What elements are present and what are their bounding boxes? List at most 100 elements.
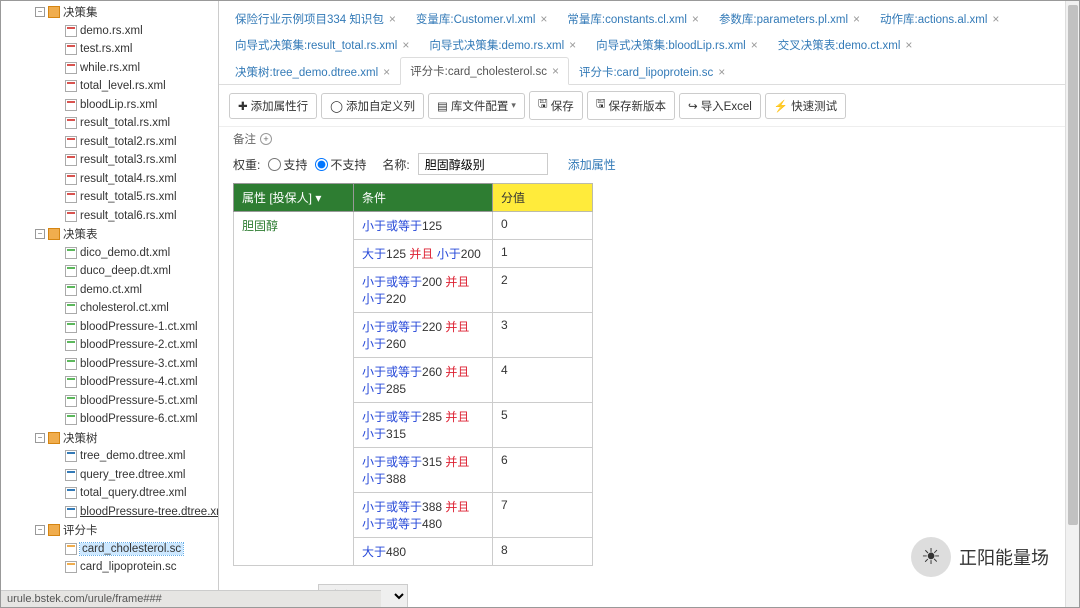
th-attr[interactable]: 属性 [投保人] ▾ <box>234 184 354 212</box>
close-icon[interactable]: × <box>552 64 559 78</box>
cond-cell[interactable]: 小于或等于388 并且 小于或等于480 <box>354 493 493 538</box>
tree-group[interactable]: −决策树 <box>1 429 218 448</box>
tree-item[interactable]: bloodPressure-5.ct.xml <box>1 392 218 411</box>
tree-item[interactable]: demo.rs.xml <box>1 22 218 41</box>
content-area: 备注 + 权重: 支持 不支持 名称: 添加属性 属性 [投保人] ▾ 条件 分… <box>219 127 1079 607</box>
cond-cell[interactable]: 小于或等于285 并且 小于315 <box>354 403 493 448</box>
table-row[interactable]: 胆固醇小于或等于1250 <box>234 212 593 240</box>
tree-item[interactable]: card_cholesterol.sc <box>1 540 218 559</box>
tree-group[interactable]: −决策表 <box>1 225 218 244</box>
tree-item[interactable]: result_total2.rs.xml <box>1 133 218 152</box>
tab[interactable]: 变量库:Customer.vl.xml× <box>406 5 558 32</box>
name-input[interactable] <box>418 153 548 175</box>
tree-item[interactable]: result_total.rs.xml <box>1 114 218 133</box>
score-cell[interactable]: 8 <box>493 538 593 566</box>
tree-item[interactable]: dico_demo.dt.xml <box>1 244 218 263</box>
tab[interactable]: 参数库:parameters.pl.xml× <box>709 5 870 32</box>
cond-cell[interactable]: 小于或等于315 并且 小于388 <box>354 448 493 493</box>
save-button[interactable]: 🖫保存 <box>529 91 583 120</box>
vertical-scrollbar[interactable] <box>1065 1 1079 607</box>
tree-item[interactable]: bloodLip.rs.xml <box>1 96 218 115</box>
tree-item[interactable]: result_total3.rs.xml <box>1 151 218 170</box>
close-icon[interactable]: × <box>853 12 860 26</box>
cond-cell[interactable]: 小于或等于125 <box>354 212 493 240</box>
add-custom-col-button[interactable]: ◯添加自定义列 <box>321 93 424 119</box>
cond-cell[interactable]: 小于或等于260 并且 小于285 <box>354 358 493 403</box>
tab[interactable]: 向导式决策集:bloodLip.rs.xml× <box>586 31 768 58</box>
close-icon[interactable]: × <box>718 65 725 79</box>
score-cell[interactable]: 1 <box>493 240 593 268</box>
cond-cell[interactable]: 大于480 <box>354 538 493 566</box>
score-cell[interactable]: 7 <box>493 493 593 538</box>
tree-item[interactable]: total_query.dtree.xml <box>1 484 218 503</box>
tab[interactable]: 常量库:constants.cl.xml× <box>557 5 709 32</box>
tab[interactable]: 动作库:actions.al.xml× <box>870 5 1009 32</box>
tab[interactable]: 向导式决策集:demo.rs.xml× <box>419 31 586 58</box>
score-cell[interactable]: 4 <box>493 358 593 403</box>
add-attr-row-button[interactable]: ✚添加属性行 <box>229 93 317 119</box>
score-cell[interactable]: 3 <box>493 313 593 358</box>
add-attr-link[interactable]: 添加属性 <box>568 156 616 173</box>
close-icon[interactable]: × <box>905 38 912 52</box>
name-label: 名称: <box>382 156 409 173</box>
close-icon[interactable]: × <box>540 12 547 26</box>
close-icon[interactable]: × <box>569 38 576 52</box>
tree-item[interactable]: test.rs.xml <box>1 40 218 59</box>
cond-cell[interactable]: 大于125 并且 小于200 <box>354 240 493 268</box>
import-excel-button[interactable]: ↪导入Excel <box>679 93 761 119</box>
tab[interactable]: 保险行业示例项目334 知识包× <box>225 5 406 32</box>
remark-add-icon[interactable]: + <box>260 133 272 145</box>
score-table: 属性 [投保人] ▾ 条件 分值 胆固醇小于或等于1250大于125 并且 小于… <box>233 183 593 566</box>
score-cell[interactable]: 5 <box>493 403 593 448</box>
tree-item[interactable]: bloodPressure-6.ct.xml <box>1 410 218 429</box>
tab[interactable]: 评分卡:card_lipoprotein.sc× <box>569 57 735 85</box>
tree-item[interactable]: result_total5.rs.xml <box>1 188 218 207</box>
weight-unsupport-radio[interactable]: 不支持 <box>315 156 366 173</box>
th-score: 分值 <box>493 184 593 212</box>
lib-config-dropdown[interactable]: ▤库文件配置 <box>428 93 525 119</box>
tab[interactable]: 评分卡:card_cholesterol.sc× <box>400 57 569 85</box>
tree-item[interactable]: duco_deep.dt.xml <box>1 262 218 281</box>
tree-item[interactable]: tree_demo.dtree.xml <box>1 447 218 466</box>
score-cell[interactable]: 6 <box>493 448 593 493</box>
sidebar[interactable]: −决策集demo.rs.xmltest.rs.xmlwhile.rs.xmlto… <box>1 1 219 607</box>
close-icon[interactable]: × <box>389 12 396 26</box>
save-new-version-button[interactable]: 🖫保存新版本 <box>587 91 675 120</box>
tab-bar: 保险行业示例项目334 知识包×变量库:Customer.vl.xml×常量库:… <box>219 1 1079 85</box>
tree-group[interactable]: −评分卡 <box>1 521 218 540</box>
score-cell[interactable]: 2 <box>493 268 593 313</box>
tree-item[interactable]: total_level.rs.xml <box>1 77 218 96</box>
status-bar: urule.bstek.com/urule/frame### <box>1 590 381 607</box>
toolbar: ✚添加属性行 ◯添加自定义列 ▤库文件配置 🖫保存 🖫保存新版本 ↪导入Exce… <box>219 85 1079 127</box>
tab[interactable]: 向导式决策集:result_total.rs.xml× <box>225 31 419 58</box>
tree-item[interactable]: while.rs.xml <box>1 59 218 78</box>
tree-item[interactable]: card_lipoprotein.sc <box>1 558 218 577</box>
quick-test-button[interactable]: ⚡快速测试 <box>765 93 846 119</box>
close-icon[interactable]: × <box>383 65 390 79</box>
tree-item[interactable]: cholesterol.ct.xml <box>1 299 218 318</box>
close-icon[interactable]: × <box>751 38 758 52</box>
attr-cell[interactable]: 胆固醇 <box>234 212 354 566</box>
tree-group[interactable]: −决策集 <box>1 3 218 22</box>
cond-cell[interactable]: 小于或等于200 并且 小于220 <box>354 268 493 313</box>
tree-item[interactable]: bloodPressure-4.ct.xml <box>1 373 218 392</box>
tree-item[interactable]: demo.ct.xml <box>1 281 218 300</box>
tree-item[interactable]: bloodPressure-1.ct.xml <box>1 318 218 337</box>
tree-item[interactable]: query_tree.dtree.xml <box>1 466 218 485</box>
tree-item[interactable]: result_total6.rs.xml <box>1 207 218 226</box>
tree-item[interactable]: bloodPressure-3.ct.xml <box>1 355 218 374</box>
tree-item[interactable]: bloodPressure-2.ct.xml <box>1 336 218 355</box>
close-icon[interactable]: × <box>992 12 999 26</box>
close-icon[interactable]: × <box>692 12 699 26</box>
tree-item[interactable]: result_total4.rs.xml <box>1 170 218 189</box>
tab[interactable]: 决策树:tree_demo.dtree.xml× <box>225 57 400 85</box>
close-icon[interactable]: × <box>402 38 409 52</box>
score-cell[interactable]: 0 <box>493 212 593 240</box>
weight-label: 权重: <box>233 156 260 173</box>
tab[interactable]: 交叉决策表:demo.ct.xml× <box>768 31 923 58</box>
scrollbar-thumb[interactable] <box>1068 5 1078 525</box>
weight-support-radio[interactable]: 支持 <box>268 156 307 173</box>
cond-cell[interactable]: 小于或等于220 并且 小于260 <box>354 313 493 358</box>
th-cond: 条件 <box>354 184 493 212</box>
tree-item[interactable]: bloodPressure-tree.dtree.xml <box>1 503 218 522</box>
